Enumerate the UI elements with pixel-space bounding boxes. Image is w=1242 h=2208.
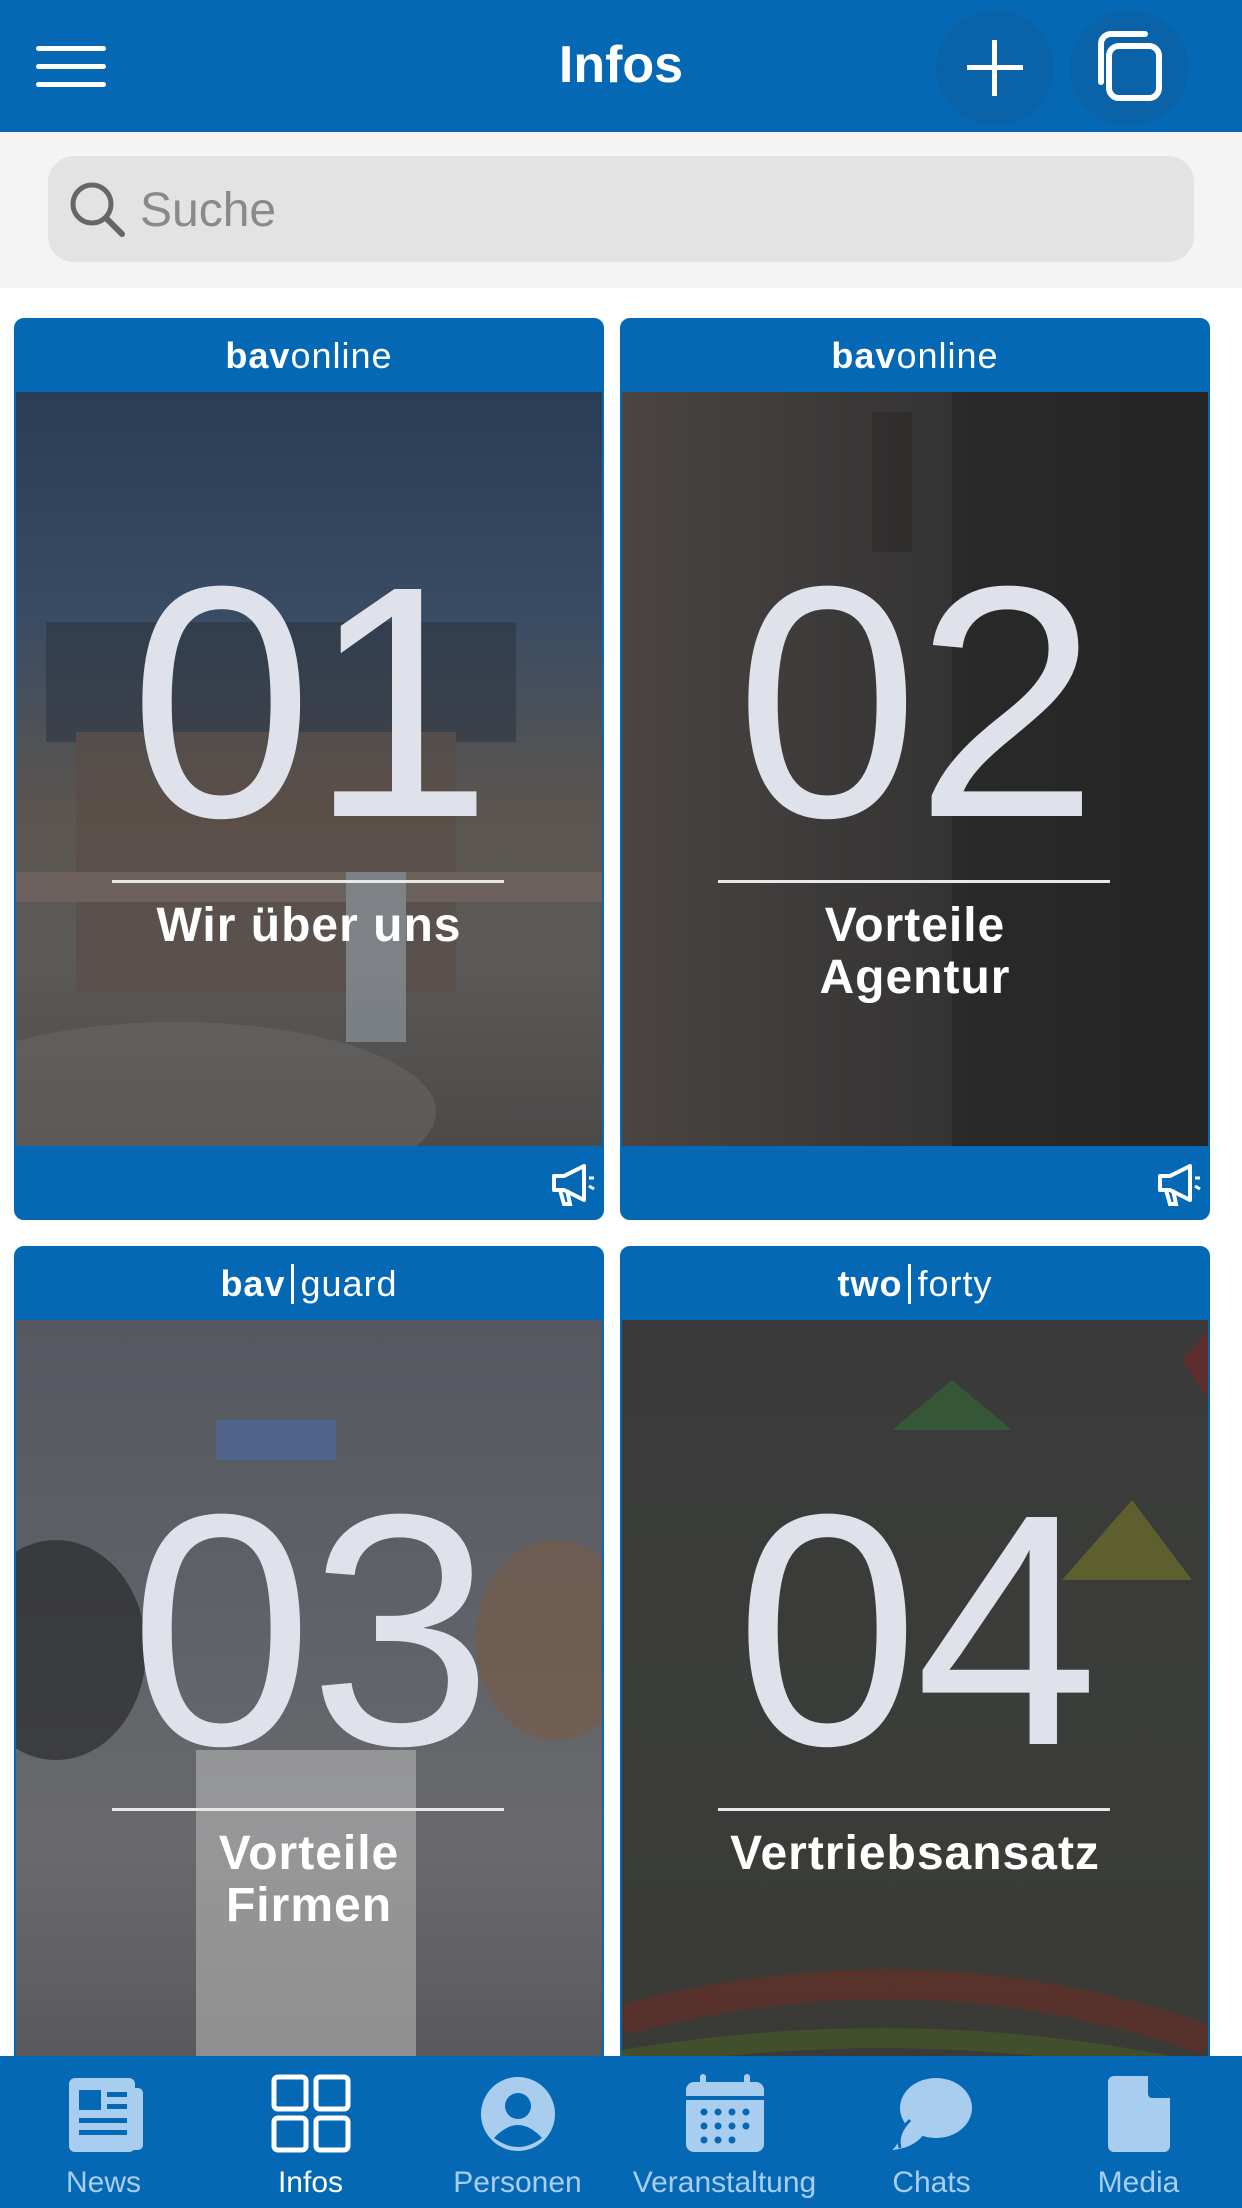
search-input[interactable]	[138, 170, 1162, 250]
card-number: 03	[129, 1445, 492, 1814]
document-icon	[1107, 2076, 1170, 2152]
tab-label: News	[65, 2166, 141, 2199]
info-card-01[interactable]: bav online 01 Wir über uns	[14, 318, 604, 1220]
bottom-tab-bar: News Infos Personen Veranstaltung Chats …	[0, 2056, 1242, 2208]
search-icon	[70, 182, 125, 237]
brand-logo: bav online	[831, 335, 999, 376]
card-title: Vorteile Firmen	[218, 1827, 400, 1932]
newspaper-icon	[68, 2078, 143, 2152]
divider	[112, 880, 504, 883]
info-card-03[interactable]: bav guard 03 Vorteile Firmen	[14, 1246, 604, 2056]
info-card-02[interactable]: bav online 02 Vorteile Agentur	[620, 318, 1210, 1220]
tab-label: Media	[1097, 2166, 1180, 2199]
divider	[718, 1808, 1110, 1811]
card-background-image: 03 Vorteile Firmen	[16, 1320, 602, 2056]
grid-icon	[271, 2074, 350, 2153]
top-app-bar: Infos	[0, 0, 1242, 132]
search-box[interactable]	[48, 156, 1194, 262]
brand-logo: bav online	[225, 335, 393, 376]
card-footer	[622, 1146, 1208, 1218]
megaphone-icon[interactable]	[548, 1162, 596, 1208]
tab-news[interactable]: News	[0, 2056, 207, 2208]
page-title: Infos	[558, 36, 684, 94]
brand-logo: two forty	[837, 1263, 993, 1304]
card-title: Vertriebsansatz	[730, 1827, 1100, 1880]
tab-infos[interactable]: Infos	[207, 2056, 414, 2208]
copy-button[interactable]	[1070, 10, 1188, 126]
tab-label: Chats	[892, 2166, 971, 2199]
card-number: 04	[735, 1445, 1098, 1814]
info-grid: bav online 01 Wir über uns bav online 02…	[0, 288, 1242, 2056]
card-footer	[16, 1146, 602, 1218]
tab-media[interactable]: Media	[1035, 2056, 1242, 2208]
tab-chats[interactable]: Chats	[828, 2056, 1035, 2208]
search-section	[0, 132, 1242, 288]
info-card-04[interactable]: two forty 04 Vertriebsansatz	[620, 1246, 1210, 2056]
tab-label: Veranstaltung	[632, 2166, 817, 2199]
card-background-image: 02 Vorteile Agentur	[622, 392, 1208, 1146]
brand-logo: bav guard	[220, 1263, 398, 1304]
card-number: 01	[129, 517, 492, 886]
tab-veranstaltung[interactable]: Veranstaltung	[621, 2056, 828, 2208]
copy-icon	[1098, 31, 1162, 101]
card-title: Wir über uns	[156, 899, 462, 952]
chat-icon	[891, 2078, 972, 2150]
card-background-image: 04 Vertriebsansatz	[622, 1320, 1208, 2056]
divider	[112, 1808, 504, 1811]
divider	[718, 880, 1110, 883]
plus-icon	[967, 40, 1023, 96]
calendar-icon	[685, 2074, 764, 2152]
card-number: 02	[735, 517, 1098, 886]
tab-label: Personen	[453, 2166, 582, 2199]
add-button[interactable]	[936, 10, 1054, 126]
tab-label: Infos	[277, 2166, 344, 2199]
person-icon	[480, 2077, 555, 2151]
megaphone-icon[interactable]	[1154, 1162, 1202, 1208]
card-background-image: 01 Wir über uns	[16, 392, 602, 1146]
tab-personen[interactable]: Personen	[414, 2056, 621, 2208]
card-title: Vorteile Agentur	[819, 899, 1011, 1004]
